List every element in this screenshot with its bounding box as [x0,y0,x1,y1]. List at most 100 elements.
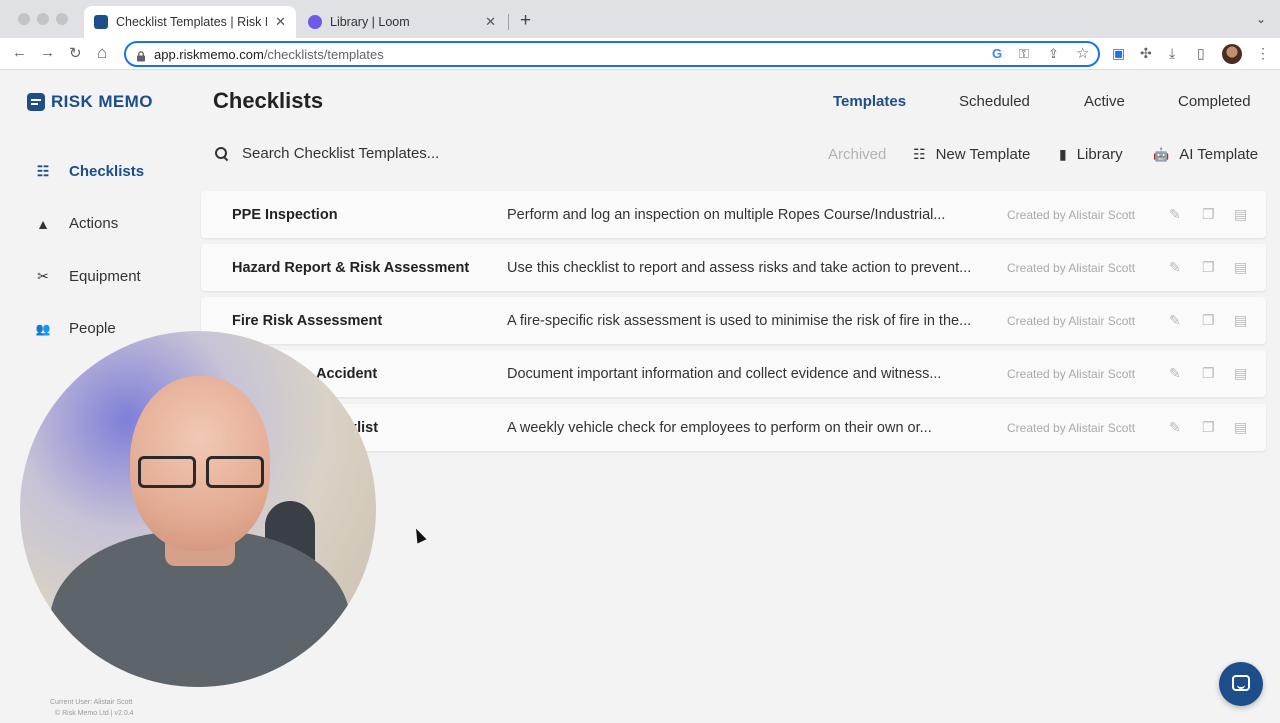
tab-scheduled[interactable]: Scheduled [959,93,1030,110]
ai-template-label: AI Template [1179,146,1259,163]
tab-search-chevron-icon[interactable]: ⌄ [1256,12,1266,26]
list-add-icon: ☷ [913,146,926,162]
archive-box-icon[interactable]: ▤ [1234,419,1247,436]
template-description: Perform and log an inspection on multipl… [507,206,946,223]
address-bar[interactable]: app.riskmemo.com/checklists/templates G … [124,41,1100,67]
search-input[interactable] [242,145,502,162]
risk-memo-logo[interactable]: RISK MEMO [27,92,153,112]
sidebar-item-checklists[interactable]: ☷ Checklists [34,163,144,180]
footer-copyright: © Risk Memo Ltd | v2.0.4 [55,710,134,717]
search-icon [215,146,229,161]
template-name[interactable]: Fire Risk Assessment [232,313,382,329]
mouse-cursor-icon [411,526,427,544]
extensions-puzzle-icon[interactable]: ✣ [1140,45,1152,62]
edit-pencil-icon[interactable]: ✎ [1169,312,1181,329]
forward-arrow-icon[interactable]: → [40,44,55,61]
template-name[interactable]: Hazard Report & Risk Assessment [232,260,469,276]
google-lens-icon[interactable]: G [992,46,1002,61]
table-row[interactable]: PPE Inspection Perform and log an inspec… [201,191,1266,238]
template-author: Created by Alistair Scott [1007,313,1136,328]
template-name[interactable]: Accident [316,366,377,382]
new-tab-icon[interactable]: + [520,10,531,32]
password-key-icon[interactable]: ⚿ [1019,46,1029,62]
edit-pencil-icon[interactable]: ✎ [1169,365,1181,382]
share-icon[interactable]: ⇪ [1048,46,1059,62]
profile-avatar[interactable] [1222,44,1242,64]
template-description: Document important information and colle… [507,365,942,382]
browser-tab-title: Library | Loom [330,15,410,29]
template-author: Created by Alistair Scott [1007,207,1136,222]
template-description: Use this checklist to report and assess … [507,259,972,276]
close-tab-icon[interactable]: ✕ [485,14,496,30]
window-zoom-dot[interactable] [56,13,68,25]
archive-box-icon[interactable]: ▤ [1234,259,1247,276]
template-description: A fire-specific risk assessment is used … [507,312,972,329]
sidebar-item-actions[interactable]: ▲ Actions [34,215,118,232]
extension-icon[interactable]: ▣ [1112,45,1125,62]
tab-completed[interactable]: Completed [1178,93,1251,110]
library-label: Library [1076,146,1123,163]
browser-toolbar: ← → ↻ ⌂ app.riskmemo.com/checklists/temp… [0,38,1280,70]
downloads-icon[interactable]: ⤓ [1169,45,1175,62]
archive-box-icon[interactable]: ▤ [1234,206,1247,223]
logo-text: RISK MEMO [51,92,153,111]
home-icon[interactable]: ⌂ [97,43,107,63]
archive-box-icon[interactable]: ▤ [1234,312,1247,329]
archive-box-icon[interactable]: ▤ [1234,365,1247,382]
robot-icon: 🤖 [1153,146,1170,162]
template-author: Created by Alistair Scott [1007,420,1136,435]
new-template-button[interactable]: ☷ New Template [913,146,1030,163]
library-button[interactable]: ▮ Library [1059,146,1123,163]
lock-icon[interactable] [136,49,146,61]
tools-icon: ✂ [37,268,49,284]
sidebar-item-equipment[interactable]: ✂ Equipment [34,268,141,285]
browser-tab-checklist-templates[interactable]: Checklist Templates | Risk Memo ✕ [84,6,296,38]
bookmark-star-icon[interactable]: ☆ [1076,44,1089,62]
footer-current-user: Current User: Alistair Scott [50,699,133,706]
webcam-glasses [138,456,268,492]
browser-tab-loom-library[interactable]: Library | Loom ✕ [298,6,506,38]
page-title: Checklists [213,88,324,113]
tab-separator [508,14,509,30]
window-minimize-dot[interactable] [37,13,49,25]
edit-pencil-icon[interactable]: ✎ [1169,419,1181,436]
url-text[interactable]: app.riskmemo.com/checklists/templates [154,47,384,62]
template-search[interactable] [215,145,502,162]
template-description: A weekly vehicle check for employees to … [507,419,932,436]
users-icon: 👥 [35,321,51,336]
edit-pencil-icon[interactable]: ✎ [1169,206,1181,223]
side-panel-icon[interactable]: ▯ [1197,45,1205,62]
window-close-dot[interactable] [18,13,30,25]
duplicate-icon[interactable]: ❐ [1202,259,1215,276]
close-tab-icon[interactable]: ✕ [275,14,286,30]
table-row[interactable]: Accident Document important information … [201,350,1266,397]
tab-templates[interactable]: Templates [833,93,906,110]
sidebar-item-label: People [69,320,116,337]
duplicate-icon[interactable]: ❐ [1202,312,1215,329]
template-author: Created by Alistair Scott [1007,366,1136,381]
browser-menu-icon[interactable]: ⋮ [1256,45,1270,62]
sidebar-item-people[interactable]: 👥 People [34,320,116,337]
template-author: Created by Alistair Scott [1007,260,1136,275]
ai-template-button[interactable]: 🤖 AI Template [1153,146,1258,163]
duplicate-icon[interactable]: ❐ [1202,365,1215,382]
duplicate-icon[interactable]: ❐ [1202,206,1215,223]
sidebar-item-label: Actions [69,215,119,232]
archived-button[interactable]: Archived [828,146,886,163]
sidebar-item-label: Checklists [69,163,145,180]
reload-icon[interactable]: ↻ [69,44,82,62]
webcam-overlay[interactable] [20,331,376,687]
risk-memo-favicon-icon [94,15,108,29]
tab-active[interactable]: Active [1084,93,1125,110]
table-row[interactable]: Hazard Report & Risk Assessment Use this… [201,244,1266,291]
support-chat-button[interactable] [1219,662,1263,706]
browser-tab-title: Checklist Templates | Risk Memo [116,15,267,29]
duplicate-icon[interactable]: ❐ [1202,419,1215,436]
book-icon: ▮ [1059,146,1067,162]
back-arrow-icon[interactable]: ← [12,44,27,61]
warning-triangle-icon: ▲ [36,215,50,232]
loom-favicon-icon [308,15,322,29]
template-name[interactable]: PPE Inspection [232,207,338,223]
table-row[interactable]: Fire Risk Assessment A fire-specific ris… [201,297,1266,344]
edit-pencil-icon[interactable]: ✎ [1169,259,1181,276]
